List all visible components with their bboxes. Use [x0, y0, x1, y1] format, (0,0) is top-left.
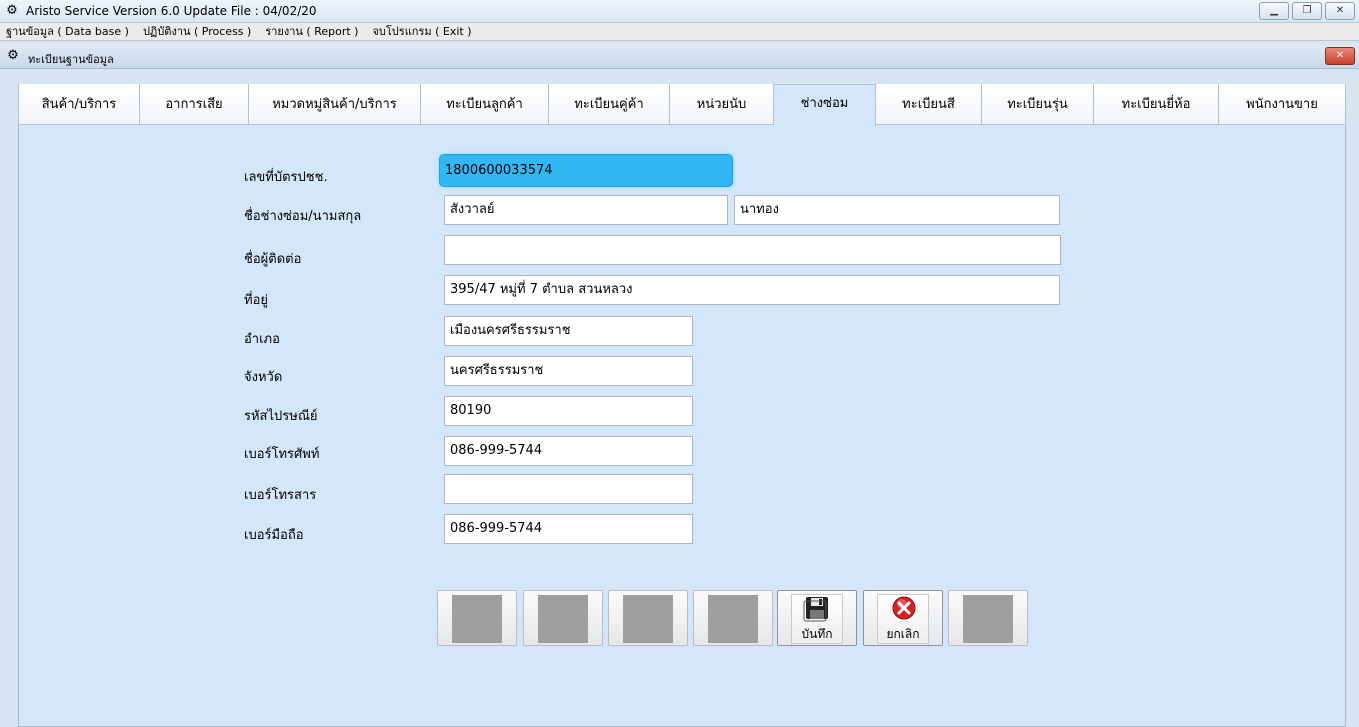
- cancel-label: ยกเลิก: [886, 627, 920, 641]
- district-input[interactable]: เมืองนครศรีธรรมราช: [444, 316, 693, 346]
- label-province: จังหวัด: [244, 370, 283, 385]
- province-input[interactable]: นครศรีธรรมราช: [444, 356, 693, 386]
- save-button[interactable]: บันทึก: [777, 590, 857, 646]
- title-bar: ⚙ Aristo Service Version 6.0 Update File…: [0, 0, 1359, 23]
- child-window-title: ทะเบียนฐานข้อมูล: [28, 53, 114, 66]
- tab-products[interactable]: สินค้า/บริการ: [18, 84, 140, 125]
- tab-customers[interactable]: ทะเบียนลูกค้า: [421, 84, 549, 125]
- fax-input[interactable]: [444, 474, 693, 504]
- label-mobile: เบอร์มือถือ: [244, 528, 304, 543]
- postcode-input[interactable]: 80190: [444, 396, 693, 426]
- phone-input[interactable]: 086-999-5744: [444, 436, 693, 466]
- menu-exit[interactable]: จบโปรแกรม ( Exit ): [372, 23, 471, 40]
- tab-technicians[interactable]: ช่างซ่อม: [774, 84, 876, 126]
- floppy-disk-icon: [803, 597, 828, 622]
- cancel-button[interactable]: ยกเลิก: [863, 590, 943, 646]
- save-label: บันทึก: [801, 627, 833, 641]
- label-fax: เบอร์โทรสาร: [244, 488, 317, 503]
- label-name: ชื่อช่างซ่อม/นามสกุล: [244, 209, 362, 224]
- mobile-input[interactable]: 086-999-5744: [444, 514, 693, 544]
- first-name-input[interactable]: สังวาลย์: [444, 195, 728, 225]
- placeholder-icon: [538, 595, 588, 643]
- menu-database[interactable]: ฐานข้อมูล ( Data base ): [6, 23, 129, 40]
- child-close-button[interactable]: ✕: [1325, 47, 1355, 65]
- contact-input[interactable]: [444, 235, 1061, 265]
- id-card-input[interactable]: 1800600033574: [439, 154, 733, 187]
- tab-colors[interactable]: ทะเบียนสี: [876, 84, 982, 125]
- child-window-header: ⚙ ทะเบียนฐานข้อมูล ✕: [0, 44, 1359, 69]
- label-district: อำเภอ: [244, 332, 280, 347]
- action-button-2[interactable]: [523, 590, 603, 646]
- tab-product-categories[interactable]: หมวดหมู่สินค้า/บริการ: [249, 84, 421, 125]
- address-input[interactable]: 395/47 หมู่ที่ 7 ตำบล สวนหลวง: [444, 275, 1060, 305]
- placeholder-icon: [452, 595, 502, 643]
- action-button-4[interactable]: [693, 590, 773, 646]
- restore-button[interactable]: ❐: [1292, 2, 1322, 20]
- menu-process[interactable]: ปฏิบัติงาน ( Process ): [143, 23, 251, 40]
- tab-brands[interactable]: ทะเบียนยี่ห้อ: [1094, 84, 1219, 125]
- action-button-7[interactable]: [948, 590, 1028, 646]
- tab-symptoms[interactable]: อาการเสีย: [140, 84, 249, 125]
- tab-units[interactable]: หน่วยนับ: [670, 84, 774, 125]
- action-button-1[interactable]: [437, 590, 517, 646]
- last-name-input[interactable]: นาทอง: [734, 195, 1060, 225]
- placeholder-icon: [708, 595, 758, 643]
- window-title: Aristo Service Version 6.0 Update File :…: [26, 4, 317, 18]
- tab-strip: สินค้า/บริการ อาการเสีย หมวดหมู่สินค้า/บ…: [18, 84, 1346, 126]
- gear-icon: ⚙: [6, 3, 18, 18]
- label-id-card: เลขที่บัตรปชช.: [244, 170, 328, 185]
- tab-partners[interactable]: ทะเบียนคู่ค้า: [549, 84, 670, 125]
- label-postcode: รหัสไปรษณีย์: [244, 409, 318, 424]
- label-phone: เบอร์โทรศัพท์: [244, 447, 320, 462]
- gear-icon: ⚙: [7, 48, 19, 63]
- placeholder-icon: [963, 595, 1013, 643]
- window-controls: ▁ ❐ ✕: [1259, 2, 1355, 20]
- menu-report[interactable]: รายงาน ( Report ): [265, 23, 358, 40]
- minimize-button[interactable]: ▁: [1259, 2, 1289, 20]
- placeholder-icon: [623, 595, 673, 643]
- menu-bar: ฐานข้อมูล ( Data base ) ปฏิบัติงาน ( Pro…: [0, 23, 1359, 41]
- label-contact: ชื่อผู้ติดต่อ: [244, 252, 302, 267]
- close-button[interactable]: ✕: [1325, 2, 1355, 20]
- action-button-3[interactable]: [608, 590, 688, 646]
- label-address: ที่อยู่: [244, 293, 268, 308]
- red-x-icon: [892, 596, 916, 620]
- tab-salespeople[interactable]: พนักงานขาย: [1219, 84, 1346, 125]
- tab-models[interactable]: ทะเบียนรุ่น: [982, 84, 1094, 125]
